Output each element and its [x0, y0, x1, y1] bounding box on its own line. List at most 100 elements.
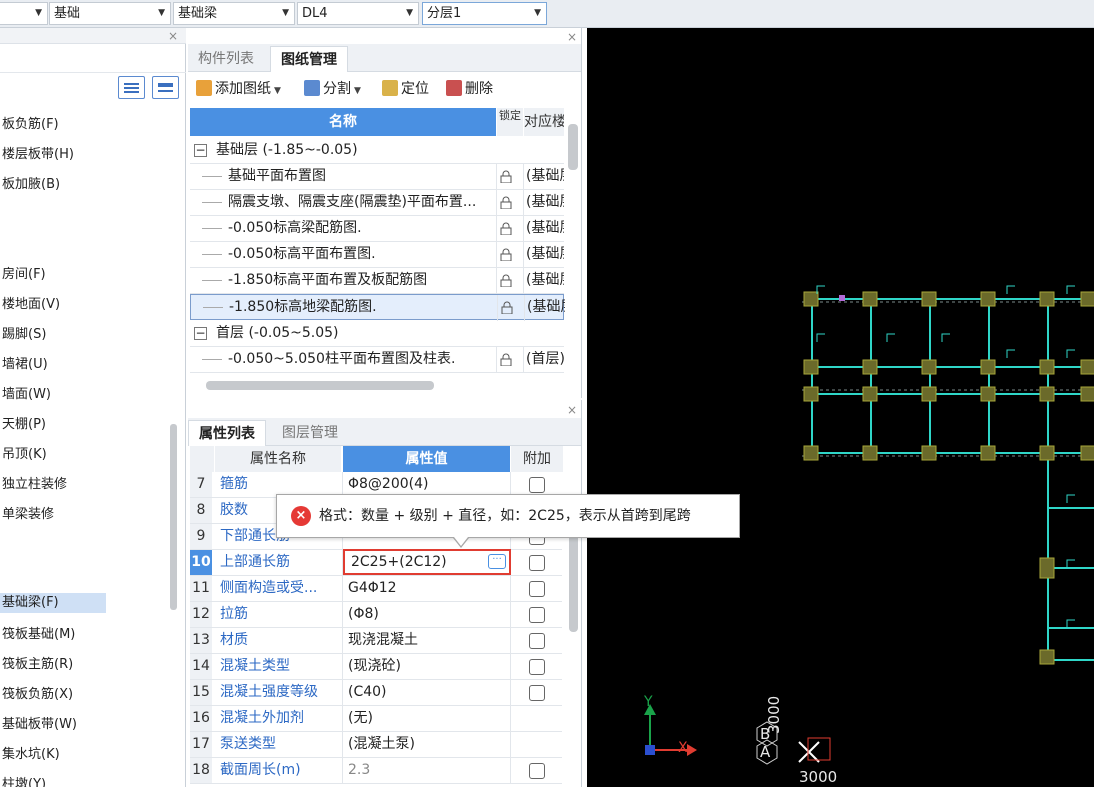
tree-item[interactable]: 天棚(P): [2, 415, 46, 435]
extra-checkbox[interactable]: [529, 581, 545, 597]
chevron-down-icon: ▼: [35, 8, 42, 18]
beam-annotations: [816, 285, 1075, 628]
tab-layer-management[interactable]: 图层管理: [272, 420, 348, 446]
cad-drawing-canvas[interactable]: X Y B A 3000 3000: [587, 28, 1094, 787]
drawing-toolbar: 添加图纸 ▼ 分割 ▼ 定位 删除: [188, 74, 581, 102]
property-row[interactable]: 18 截面周长(m) 2.3: [190, 758, 562, 784]
column-header-lock[interactable]: 锁定: [497, 108, 523, 136]
delete-button[interactable]: 删除: [446, 79, 493, 99]
extra-checkbox[interactable]: [529, 607, 545, 623]
close-icon[interactable]: ×: [567, 404, 577, 416]
collapse-icon[interactable]: −: [194, 327, 207, 340]
column-header-index: [190, 446, 214, 472]
lock-icon[interactable]: [500, 248, 512, 261]
vertical-scrollbar[interactable]: [170, 424, 177, 610]
list-view-icon[interactable]: [118, 76, 145, 99]
properties-tabs: 属性列表 图层管理: [188, 418, 581, 446]
drawing-row[interactable]: -0.050标高平面布置图. (基础层): [190, 242, 564, 268]
split-button[interactable]: 分割 ▼: [304, 79, 361, 99]
tree-item[interactable]: 筏板负筋(X): [2, 685, 73, 705]
extra-checkbox[interactable]: [529, 477, 545, 493]
column-header-property-value[interactable]: 属性值: [343, 446, 510, 472]
tree-item[interactable]: 踢脚(S): [2, 325, 46, 345]
component-type-dropdown[interactable]: 基础梁 ▼: [173, 2, 295, 25]
tab-drawing-management[interactable]: 图纸管理: [270, 46, 348, 72]
ucs-axis: [644, 704, 697, 756]
tree-item[interactable]: 集水坑(K): [2, 745, 60, 765]
property-value-input[interactable]: 2C25+(2C12) ···: [343, 549, 511, 575]
property-row[interactable]: 17 泵送类型 (混凝土泵): [190, 732, 562, 758]
detail-view-icon[interactable]: [152, 76, 179, 99]
tab-component-list[interactable]: 构件列表: [188, 46, 264, 72]
drawing-row[interactable]: 基础平面布置图 (基础层): [190, 164, 564, 190]
drawing-tabs: 构件列表 图纸管理: [188, 44, 581, 72]
tree-item[interactable]: 单梁装修: [2, 505, 54, 525]
drawing-row[interactable]: -1.850标高平面布置及板配筋图 (基础层): [190, 268, 564, 294]
extra-checkbox[interactable]: [529, 555, 545, 571]
error-icon: ×: [291, 506, 311, 526]
tree-item[interactable]: 楼层板带(H): [2, 145, 74, 165]
lock-icon[interactable]: [500, 196, 512, 209]
lock-icon[interactable]: [501, 301, 513, 314]
tree-item-selected[interactable]: 基础梁(F): [0, 593, 106, 613]
drawing-row-selected[interactable]: -1.850标高地梁配筋图. (基础层): [190, 294, 565, 321]
layer-dropdown[interactable]: 分层1 ▼: [422, 2, 547, 25]
cross-marker: [798, 741, 820, 763]
property-row[interactable]: 15 混凝土强度等级 (C40): [190, 680, 562, 706]
extra-checkbox[interactable]: [529, 763, 545, 779]
column-header-extra[interactable]: 附加: [511, 446, 563, 472]
chevron-down-icon: ▼: [406, 8, 413, 18]
property-row[interactable]: 16 混凝土外加剂 (无): [190, 706, 562, 732]
tree-item[interactable]: 板负筋(F): [2, 115, 59, 135]
component-dropdown[interactable]: DL4 ▼: [297, 2, 419, 25]
tree-item[interactable]: 柱墩(Y): [2, 775, 46, 787]
column-header-name[interactable]: 名称: [190, 108, 496, 136]
extra-checkbox[interactable]: [529, 659, 545, 675]
lock-icon[interactable]: [500, 274, 512, 287]
drawing-row[interactable]: 隔震支墩、隔震支座(隔震垫)平面布置... (基础层): [190, 190, 564, 216]
column-header-floor[interactable]: 对应楼层: [524, 108, 564, 136]
horizontal-scrollbar[interactable]: [206, 381, 434, 390]
extra-checkbox[interactable]: [529, 633, 545, 649]
locate-button[interactable]: 定位: [382, 79, 429, 99]
tab-property-list[interactable]: 属性列表: [188, 420, 266, 446]
extra-checkbox[interactable]: [529, 685, 545, 701]
tree-item[interactable]: 墙裙(U): [2, 355, 48, 375]
collapse-icon[interactable]: −: [194, 144, 207, 157]
tree-item[interactable]: 吊顶(K): [2, 445, 47, 465]
property-row[interactable]: 13 材质 现浇混凝土: [190, 628, 562, 654]
drawing-row[interactable]: -0.050~5.050柱平面布置图及柱表. (首层): [190, 347, 564, 373]
chevron-down-icon: ▼: [274, 86, 281, 96]
tree-item[interactable]: 墙面(W): [2, 385, 51, 405]
chevron-down-icon: ▼: [534, 8, 541, 18]
tree-item[interactable]: 楼地面(V): [2, 295, 60, 315]
vertical-scrollbar[interactable]: [568, 124, 578, 170]
locate-icon: [382, 80, 398, 96]
property-row[interactable]: 11 侧面构造或受... G4Φ12: [190, 576, 562, 602]
category-dropdown[interactable]: ▼: [0, 2, 48, 25]
column-header-property-name[interactable]: 属性名称: [215, 446, 341, 472]
tree-item[interactable]: 板加腋(B): [2, 175, 60, 195]
drawing-row[interactable]: -0.050标高梁配筋图. (基础层): [190, 216, 564, 242]
component-tree-panel: × 板负筋(F) 楼层板带(H) 板加腋(B) 房间(F) 楼地面(V) 踢脚(…: [0, 28, 186, 787]
tree-item[interactable]: 筏板基础(M): [2, 625, 75, 645]
close-icon[interactable]: ×: [168, 30, 178, 42]
top-selector-bar: ▼ 基础 ▼ 基础梁 ▼ DL4 ▼ 分层1 ▼: [0, 0, 1094, 28]
tree-item[interactable]: 筏板主筋(R): [2, 655, 73, 675]
lock-icon[interactable]: [500, 170, 512, 183]
property-row[interactable]: 12 拉筋 (Φ8): [190, 602, 562, 628]
group-row[interactable]: − 基础层 (-1.85~-0.05): [190, 138, 564, 164]
close-icon[interactable]: ×: [567, 31, 577, 43]
tree-item[interactable]: 独立柱装修: [2, 475, 67, 495]
tree-item[interactable]: 房间(F): [2, 265, 46, 285]
add-drawing-button[interactable]: 添加图纸 ▼: [196, 79, 281, 99]
lock-icon[interactable]: [500, 353, 512, 366]
cad-drawing[interactable]: [587, 28, 1094, 787]
validation-tooltip: × 格式：数量 + 级别 + 直径，如：2C25，表示从首跨到尾跨: [276, 494, 740, 548]
more-icon[interactable]: ···: [488, 554, 506, 569]
tree-item[interactable]: 基础板带(W): [2, 715, 77, 735]
property-row[interactable]: 14 混凝土类型 (现浇砼): [190, 654, 562, 680]
lock-icon[interactable]: [500, 222, 512, 235]
group-row[interactable]: − 首层 (-0.05~5.05): [190, 321, 564, 347]
floor-dropdown[interactable]: 基础 ▼: [49, 2, 171, 25]
